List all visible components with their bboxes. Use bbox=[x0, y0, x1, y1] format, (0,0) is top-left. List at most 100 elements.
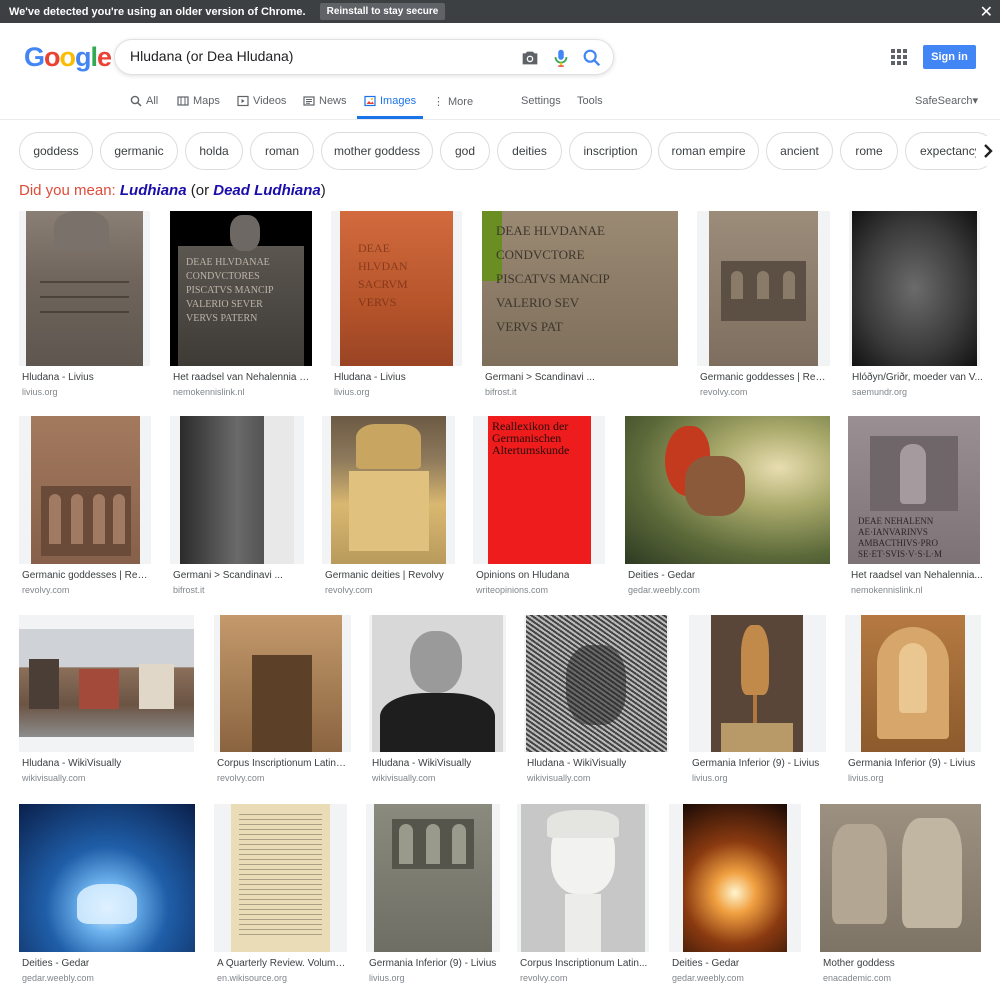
tab-images[interactable]: Images bbox=[364, 95, 416, 107]
tab-label: Settings bbox=[521, 95, 561, 107]
result-thumbnail[interactable] bbox=[524, 615, 669, 752]
result-title: Hludana - WikiVisually bbox=[22, 758, 122, 769]
tab-maps[interactable]: Maps bbox=[177, 95, 220, 107]
chip-label: ancient bbox=[780, 144, 819, 158]
result-thumbnail[interactable] bbox=[214, 804, 347, 952]
chevron-right-icon[interactable] bbox=[976, 136, 1000, 166]
result-thumbnail[interactable]: DEAE NEHALENN AE·IANVARINVS AMBACTHIVS·PRO… bbox=[848, 416, 980, 564]
close-icon[interactable]: ✕ bbox=[980, 2, 993, 22]
camera-icon[interactable] bbox=[519, 47, 541, 69]
caret-down-icon: ▾ bbox=[972, 95, 978, 107]
result-thumbnail[interactable] bbox=[19, 804, 195, 952]
result-site: livius.org bbox=[692, 773, 728, 783]
google-logo[interactable]: Google bbox=[24, 42, 112, 73]
result-thumbnail[interactable] bbox=[366, 804, 500, 952]
sign-in-button[interactable]: Sign in bbox=[923, 45, 976, 69]
result-thumbnail[interactable] bbox=[517, 804, 649, 952]
inscription-line: DEAE HLVDANAE bbox=[496, 223, 605, 238]
result-thumbnail[interactable] bbox=[669, 804, 801, 952]
tab-settings[interactable]: Settings bbox=[521, 95, 561, 107]
inscription-line: DEAE NEHALENN bbox=[858, 516, 934, 526]
chip[interactable]: germanic bbox=[100, 132, 178, 170]
inscription-line: VERVS PAT bbox=[496, 319, 563, 334]
result-site: nemokennislink.nl bbox=[173, 387, 245, 397]
suggestion-link[interactable]: Dead Ludhiana bbox=[213, 182, 321, 199]
mic-icon[interactable] bbox=[550, 47, 572, 69]
result-thumbnail[interactable] bbox=[820, 804, 981, 952]
result-site: livius.org bbox=[369, 973, 405, 983]
result-thumbnail[interactable] bbox=[19, 416, 151, 564]
result-site: gedar.weebly.com bbox=[628, 585, 700, 595]
result-site: wikivisually.com bbox=[22, 773, 86, 783]
chip[interactable]: god bbox=[440, 132, 490, 170]
banner-message: We've detected you're using an older ver… bbox=[9, 5, 306, 18]
search-input[interactable] bbox=[130, 48, 510, 64]
did-you-mean-label: Did you mean: bbox=[19, 182, 116, 199]
reinstall-button[interactable]: Reinstall to stay secure bbox=[319, 3, 446, 20]
result-thumbnail[interactable] bbox=[170, 416, 304, 564]
news-icon bbox=[303, 96, 315, 106]
result-site: wikivisually.com bbox=[372, 773, 436, 783]
result-thumbnail[interactable] bbox=[849, 211, 980, 366]
search-box[interactable] bbox=[114, 39, 614, 75]
chip[interactable]: ancient bbox=[766, 132, 833, 170]
result-thumbnail[interactable]: DEAE HLVDANAE CONDVCTORE PISCATVS MANCIP VA… bbox=[482, 211, 678, 366]
chip[interactable]: inscription bbox=[569, 132, 652, 170]
tab-all[interactable]: All bbox=[130, 95, 158, 107]
result-title: Hlóðyn/Griðr, moeder van V... bbox=[852, 372, 983, 383]
search-icon[interactable] bbox=[581, 47, 603, 69]
tab-label: All bbox=[146, 95, 159, 107]
chip[interactable]: roman bbox=[250, 132, 314, 170]
result-thumbnail[interactable] bbox=[19, 211, 150, 366]
chip[interactable]: deities bbox=[497, 132, 562, 170]
result-thumbnail[interactable]: DEAE HLVDANAE CONDVCTORES PISCATVS MANCIP V… bbox=[170, 211, 312, 366]
result-thumbnail[interactable] bbox=[214, 615, 351, 752]
result-site: en.wikisource.org bbox=[217, 973, 288, 983]
chip[interactable]: holda bbox=[185, 132, 243, 170]
result-site: gedar.weebly.com bbox=[672, 973, 744, 983]
logo-letter: o bbox=[44, 42, 60, 72]
result-thumbnail[interactable] bbox=[689, 615, 826, 752]
result-site: revolvy.com bbox=[22, 585, 70, 595]
suggestion-link[interactable]: Ludhiana bbox=[120, 182, 187, 199]
tab-more[interactable]: ⋮ More bbox=[433, 95, 473, 109]
chip[interactable]: roman empire bbox=[658, 132, 759, 170]
result-thumbnail[interactable] bbox=[369, 615, 506, 752]
result-site: gedar.weebly.com bbox=[22, 973, 94, 983]
chip-label: inscription bbox=[583, 144, 638, 158]
inscription-line: VALERIO SEVER bbox=[186, 299, 263, 310]
tab-news[interactable]: News bbox=[303, 95, 347, 107]
inscription-line: HLVDAN bbox=[358, 259, 408, 273]
chip-label: holda bbox=[199, 144, 229, 158]
result-title: Germani > Scandinavi ... bbox=[173, 570, 283, 581]
chip-label: roman empire bbox=[671, 144, 746, 158]
chip[interactable]: rome bbox=[840, 132, 898, 170]
chip[interactable]: goddess bbox=[19, 132, 93, 170]
chip-label: god bbox=[454, 144, 476, 158]
did-you-mean-text: (or bbox=[190, 182, 210, 199]
result-thumbnail[interactable]: Reallexikon der Germanischen Altertumskund… bbox=[473, 416, 605, 564]
tab-tools[interactable]: Tools bbox=[577, 95, 603, 107]
safesearch-dropdown[interactable]: SafeSearch▾ bbox=[915, 94, 978, 107]
result-thumbnail[interactable] bbox=[625, 416, 830, 564]
result-title: Deities - Gedar bbox=[672, 958, 740, 969]
result-thumbnail[interactable] bbox=[697, 211, 830, 366]
tab-videos[interactable]: Videos bbox=[237, 95, 286, 107]
result-title: Germania Inferior (9) - Livius bbox=[369, 958, 497, 969]
book-title-line: Altertumskunde bbox=[492, 443, 570, 457]
chip-label: mother goddess bbox=[333, 144, 421, 158]
result-title: Opinions on Hludana bbox=[476, 570, 570, 581]
result-site: livius.org bbox=[22, 387, 58, 397]
result-thumbnail[interactable]: DEAE HLVDAN SACRVM VERVS bbox=[331, 211, 462, 366]
apps-grid-icon[interactable] bbox=[891, 49, 907, 65]
result-thumbnail[interactable] bbox=[845, 615, 981, 752]
logo-letter: o bbox=[59, 42, 76, 72]
result-thumbnail[interactable] bbox=[19, 615, 194, 752]
result-thumbnail[interactable] bbox=[322, 416, 455, 564]
result-site: revolvy.com bbox=[520, 973, 568, 983]
result-site: revolvy.com bbox=[700, 387, 748, 397]
result-title: Germani > Scandinavi ... bbox=[485, 372, 595, 383]
map-icon bbox=[177, 96, 189, 106]
chip[interactable]: mother goddess bbox=[321, 132, 433, 170]
tab-label: Tools bbox=[577, 95, 603, 107]
